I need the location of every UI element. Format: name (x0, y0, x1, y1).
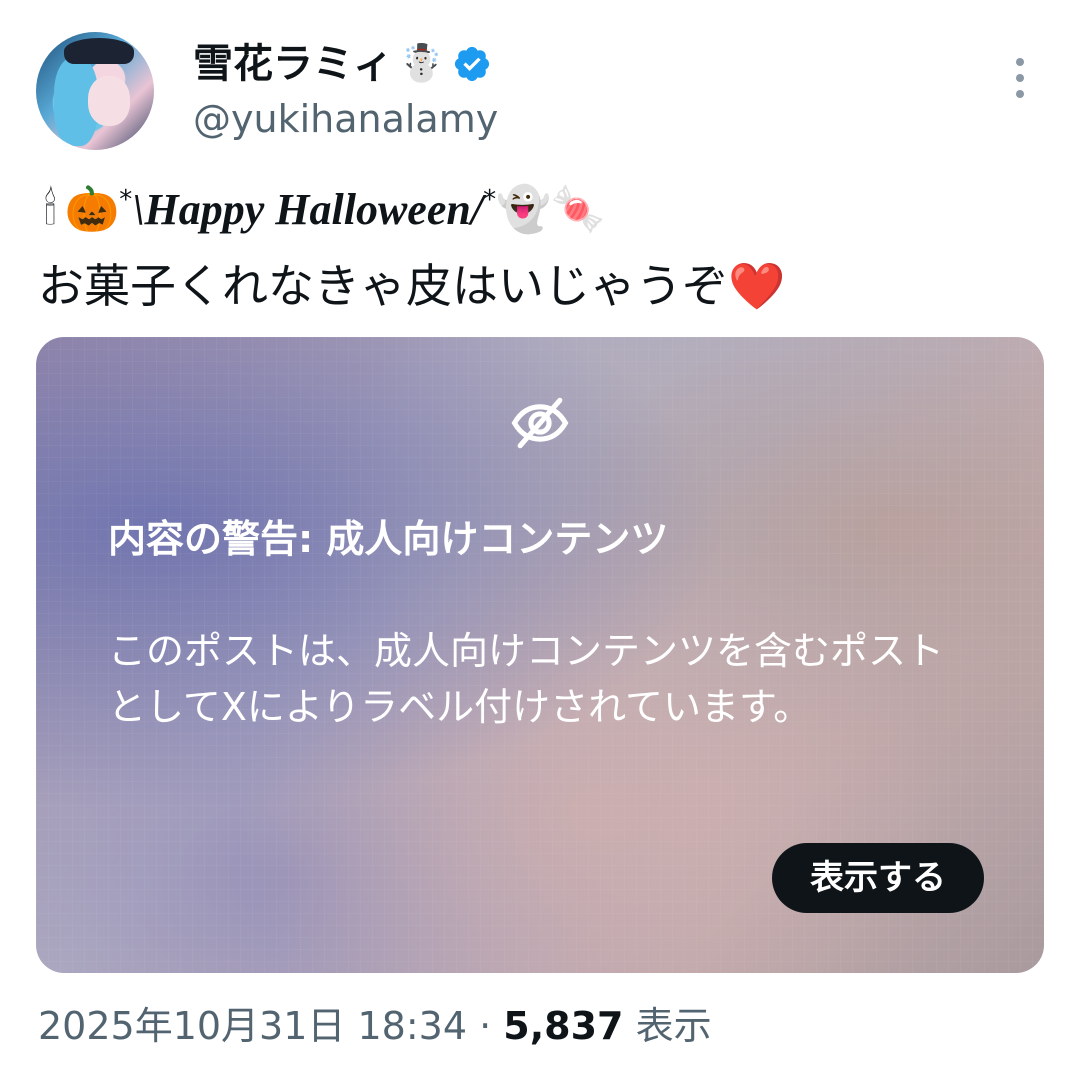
slash-left: \ (132, 185, 145, 234)
pumpkin-emoji: 🎃 (64, 184, 120, 235)
warning-body: このポストは、成人向けコンテンツを含むポストとしてXによりラベル付けされています… (108, 629, 945, 729)
timestamp[interactable]: 2025年10月31日 18:34 (38, 1004, 467, 1048)
show-button[interactable]: 表示する (772, 843, 984, 913)
post-text-line-2: お菓子くれなきゃ皮はいじゃうぞ❤️ (38, 254, 785, 318)
ghost-emoji: 👻 (496, 184, 551, 235)
candle-emoji: 🕯 (44, 184, 57, 235)
post-text: お菓子くれなきゃ皮はいじゃうぞ (38, 259, 728, 313)
verified-badge-icon (452, 44, 492, 84)
meta-separator: · (479, 1004, 492, 1048)
star-right: * (483, 185, 497, 215)
more-vertical-icon[interactable] (1008, 58, 1032, 98)
views-count: 5,837 (503, 1004, 624, 1048)
author-name[interactable]: 雪花ラミィ (193, 38, 393, 90)
warning-title: 内容の警告: 成人向けコンテンツ (108, 517, 669, 561)
greeting-text: Happy Halloween (144, 185, 471, 234)
author-name-row[interactable]: 雪花ラミィ ☃️ (193, 38, 492, 90)
views-label: 表示 (635, 1004, 712, 1048)
eye-slash-icon (511, 397, 569, 449)
post-text-line-1: 🕯 🎃 * \ Happy Halloween / * 👻 🍬 (44, 178, 606, 242)
candy-emoji: 🍬 (550, 184, 606, 235)
star-left: * (119, 185, 133, 215)
avatar[interactable] (36, 32, 154, 150)
snowman-emoji: ☃️ (399, 43, 444, 84)
heart-emoji: ❤️ (728, 259, 786, 313)
slash-right: / (470, 185, 484, 234)
sensitive-media-card[interactable]: 内容の警告: 成人向けコンテンツ このポストは、成人向けコンテンツを含むポストと… (36, 337, 1044, 973)
author-handle[interactable]: @yukihanalamy (193, 94, 498, 144)
post-meta: 2025年10月31日 18:34 · 5,837 表示 (38, 998, 712, 1054)
